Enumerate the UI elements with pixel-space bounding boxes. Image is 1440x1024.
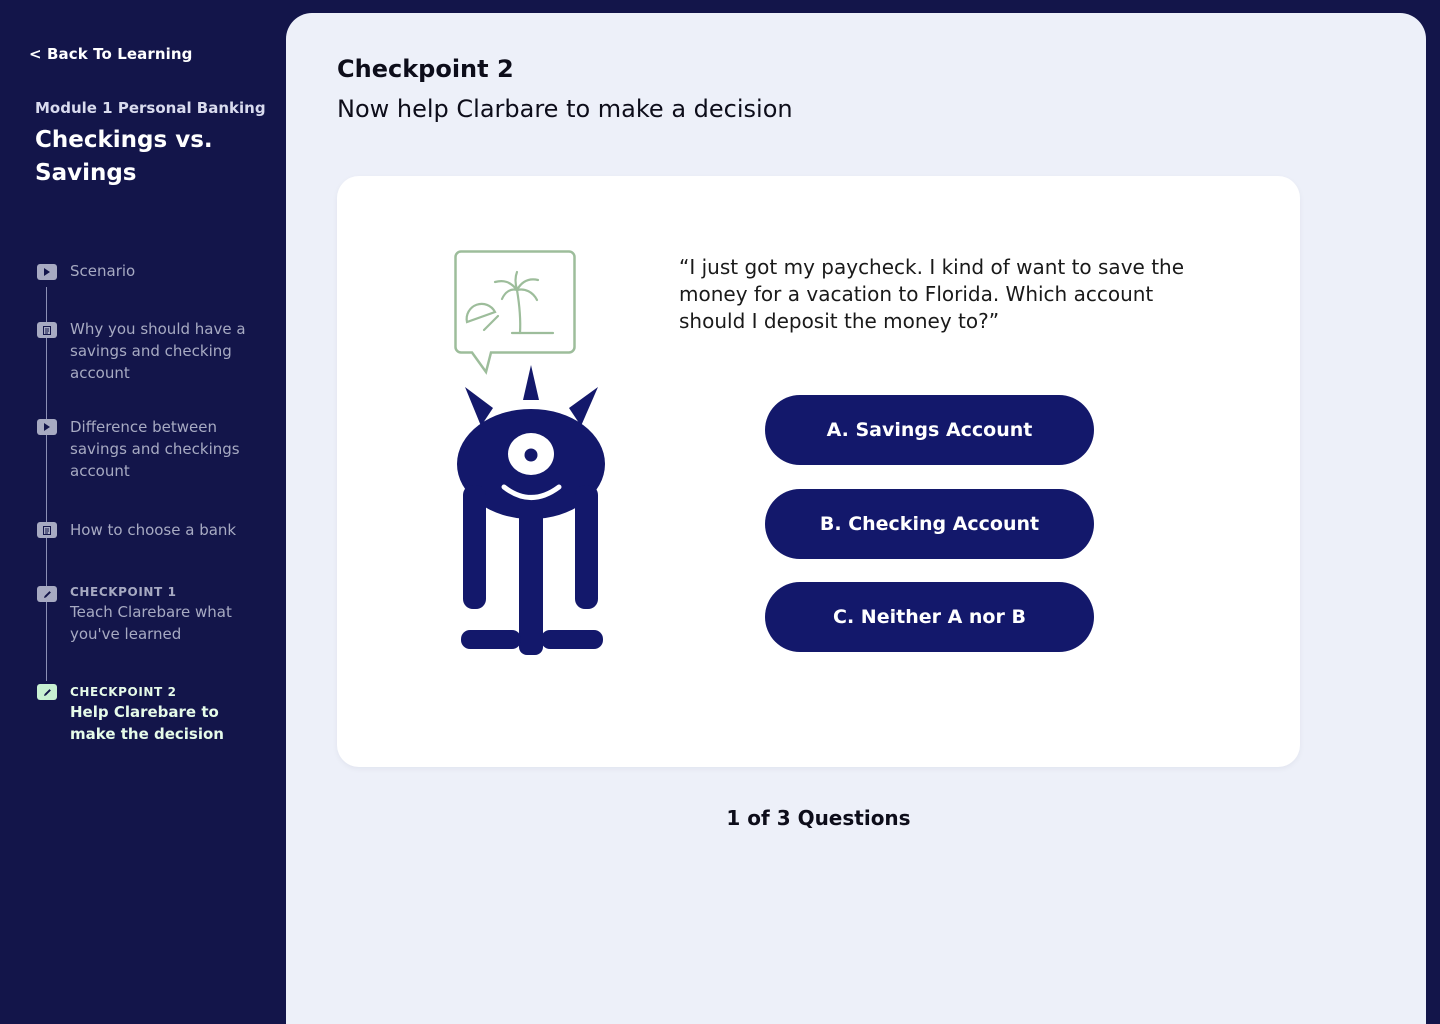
answer-a-button[interactable]: A. Savings Account	[765, 395, 1094, 465]
question-quote: “I just got my paycheck. I kind of want …	[679, 255, 1185, 333]
answer-c-button[interactable]: C. Neither A nor B	[765, 582, 1094, 652]
module-title: Checkings vs. Savings	[35, 127, 213, 186]
monster-character-illustration	[454, 250, 605, 655]
main-panel: Checkpoint 2 Now help Clarbare to make a…	[286, 13, 1426, 1024]
play-icon	[37, 264, 57, 280]
step-label: Help Clarebare to make the decision	[70, 703, 224, 743]
answer-b-button[interactable]: B. Checking Account	[765, 489, 1094, 559]
step-kicker: CHECKPOINT 2	[70, 685, 177, 699]
step-kicker: CHECKPOINT 1	[70, 585, 177, 599]
step-label: How to choose a bank	[70, 521, 237, 539]
thought-bubble	[454, 250, 576, 375]
pencil-icon	[37, 684, 57, 700]
progress-rail	[46, 287, 47, 681]
step-label: Why you should have a savings and checki…	[70, 320, 246, 382]
reading-icon	[37, 522, 57, 538]
step-label: Difference between savings and checkings…	[70, 418, 240, 480]
monster-body	[457, 365, 605, 655]
step-label: Teach Clarebare what you've learned	[70, 603, 232, 643]
back-to-learning-link[interactable]: < Back To Learning	[29, 45, 193, 63]
page-subtitle: Now help Clarbare to make a decision	[337, 95, 793, 123]
reading-icon	[37, 322, 57, 338]
module-label: Module 1 Personal Banking	[35, 99, 266, 117]
question-progress: 1 of 3 Questions	[726, 806, 911, 830]
sidebar: < Back To Learning Module 1 Personal Ban…	[0, 0, 286, 1024]
step-label: Scenario	[70, 262, 136, 280]
page-title: Checkpoint 2	[337, 55, 514, 83]
play-icon	[37, 419, 57, 435]
question-card: “I just got my paycheck. I kind of want …	[337, 176, 1300, 767]
pencil-icon	[37, 586, 57, 602]
